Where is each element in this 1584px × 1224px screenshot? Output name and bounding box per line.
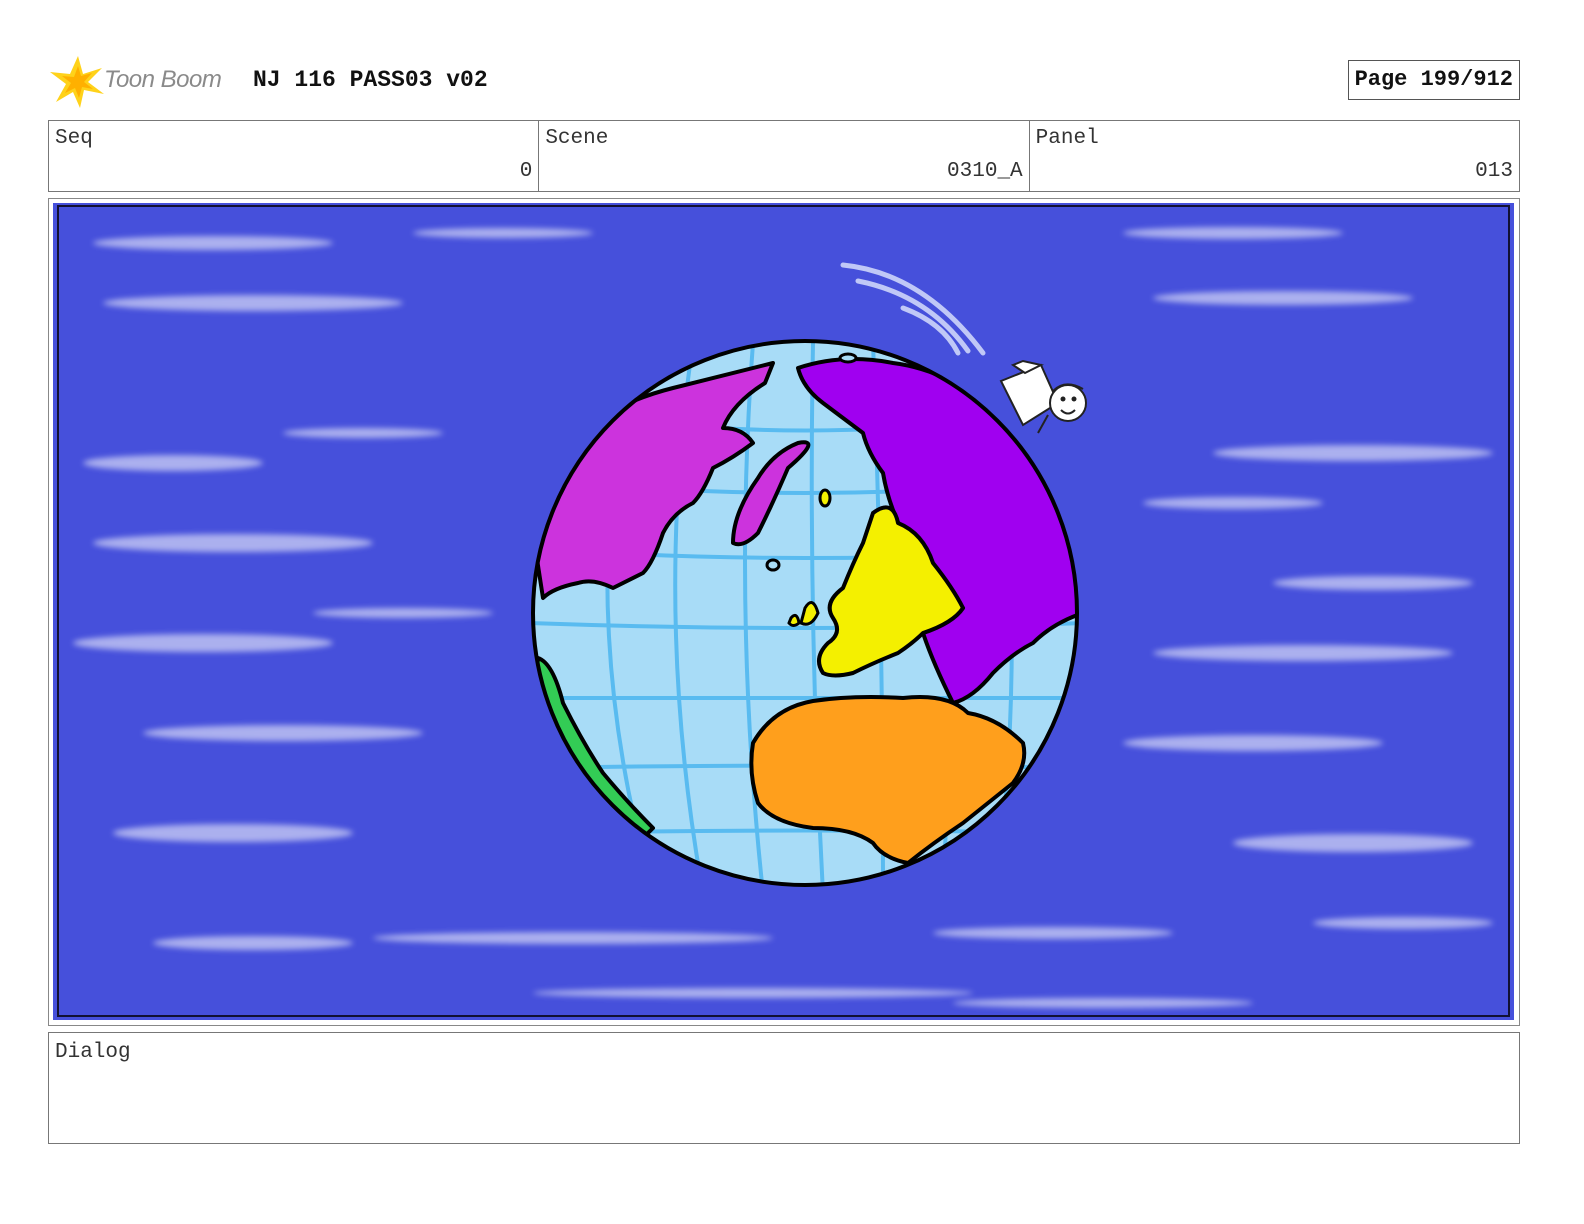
panel-frame	[48, 198, 1520, 1026]
dialog-box: Dialog	[48, 1032, 1520, 1144]
scene-cell: Scene 0310_A	[539, 121, 1030, 191]
page-indicator: Page 199/912	[1347, 60, 1520, 100]
logo-text: Toon Boom	[104, 66, 222, 93]
panel-cell: Panel 013	[1030, 121, 1519, 191]
dialog-label: Dialog	[55, 1041, 131, 1064]
toon-boom-logo: Toon Boom	[48, 52, 248, 110]
scene-value: 0310_A	[947, 160, 1023, 183]
star-burst-icon	[50, 56, 104, 108]
seq-cell: Seq 0	[49, 121, 540, 191]
document-title: NJ 116 PASS03 v02	[253, 67, 488, 93]
panel-value: 013	[1475, 160, 1513, 183]
seq-value: 0	[519, 160, 533, 183]
header: Toon Boom NJ 116 PASS03 v02 Page 199/912	[48, 52, 1520, 110]
storyboard-panel-art	[53, 203, 1514, 1020]
panel-label: Panel	[1035, 127, 1099, 150]
scene-label: Scene	[545, 127, 609, 150]
info-row: Seq 0 Scene 0310_A Panel 013	[48, 120, 1520, 192]
seq-label: Seq	[55, 127, 93, 150]
